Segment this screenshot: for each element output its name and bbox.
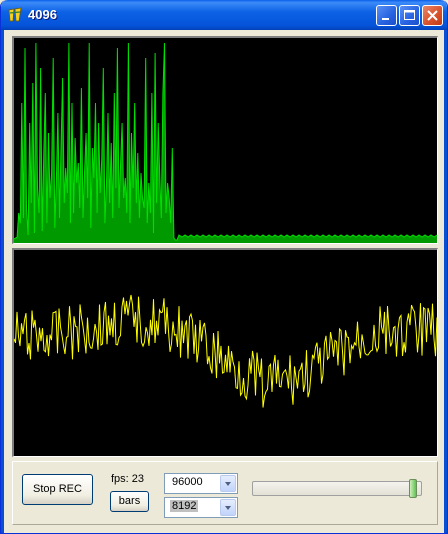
window-frame-left — [1, 30, 4, 533]
level-slider-track[interactable] — [252, 481, 422, 496]
spectrum-plot — [14, 42, 437, 243]
spectrum-area — [14, 43, 437, 243]
fft-size-value: 8192 — [170, 500, 199, 512]
app-window: 4096 Stop REC fps: 23 bars 96000 8192 — [0, 0, 448, 534]
waveform-display — [12, 248, 438, 457]
minimize-icon — [382, 18, 389, 20]
waveform-plot — [14, 294, 437, 408]
level-slider-thumb[interactable] — [409, 479, 418, 498]
app-icon — [8, 7, 22, 22]
close-button[interactable] — [422, 5, 443, 26]
waveform-line — [14, 294, 437, 408]
window-frame-right — [444, 30, 447, 533]
sample-rate-select[interactable]: 96000 — [164, 473, 238, 494]
sample-rate-value: 96000 — [172, 476, 203, 488]
chevron-down-icon[interactable] — [220, 499, 236, 516]
minimize-button[interactable] — [376, 5, 397, 26]
close-icon — [427, 10, 438, 21]
title-bar[interactable]: 4096 — [1, 0, 447, 30]
chevron-down-icon[interactable] — [220, 475, 236, 492]
maximize-button[interactable] — [399, 5, 420, 26]
fft-size-select[interactable]: 8192 — [164, 497, 238, 518]
fps-label: fps: 23 — [111, 473, 145, 485]
maximize-icon — [404, 10, 415, 20]
stop-rec-button[interactable]: Stop REC — [22, 474, 93, 505]
window-title: 4096 — [28, 7, 57, 22]
bars-button[interactable]: bars — [110, 491, 149, 512]
spectrum-display — [12, 36, 438, 244]
